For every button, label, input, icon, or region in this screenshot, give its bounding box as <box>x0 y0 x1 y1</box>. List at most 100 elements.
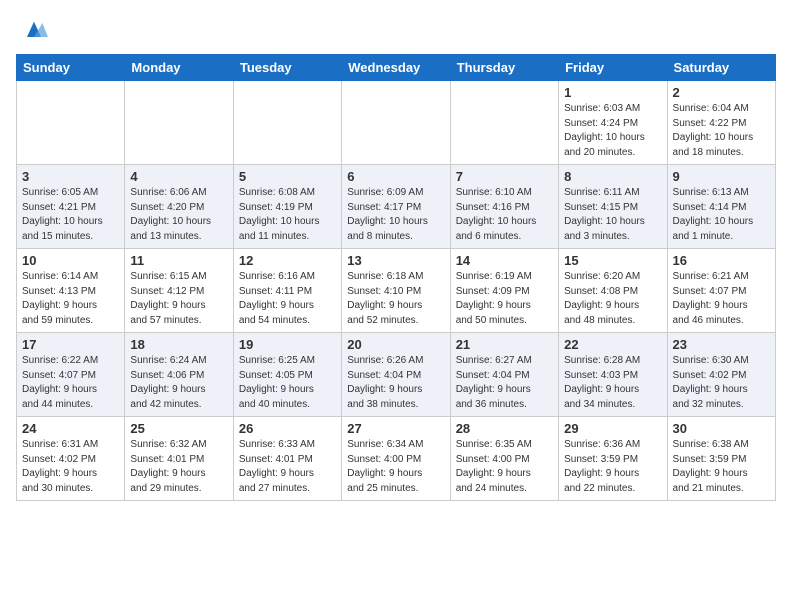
calendar-week-3: 10 Sunrise: 6:14 AM Sunset: 4:13 PM Dayli… <box>17 249 776 333</box>
calendar-cell <box>233 81 341 165</box>
weekday-header-friday: Friday <box>559 55 667 81</box>
weekday-header-thursday: Thursday <box>450 55 558 81</box>
calendar-week-5: 24 Sunrise: 6:31 AM Sunset: 4:02 PM Dayli… <box>17 417 776 501</box>
day-info: Sunrise: 6:18 AM Sunset: 4:10 PM Dayligh… <box>347 270 444 328</box>
header <box>16 16 776 44</box>
day-info: Sunrise: 6:13 AM Sunset: 4:14 PM Dayligh… <box>673 186 770 244</box>
calendar-cell: 18 Sunrise: 6:24 AM Sunset: 4:06 PM Dayli… <box>125 333 233 417</box>
calendar-cell: 11 Sunrise: 6:15 AM Sunset: 4:12 PM Dayli… <box>125 249 233 333</box>
weekday-header-monday: Monday <box>125 55 233 81</box>
logo <box>16 16 48 44</box>
calendar-week-1: 1Sunrise: 6:03 AM Sunset: 4:24 PM Daylig… <box>17 81 776 165</box>
day-number: 13 <box>347 253 444 268</box>
day-info: Sunrise: 6:25 AM Sunset: 4:05 PM Dayligh… <box>239 354 336 412</box>
calendar-cell: 9 Sunrise: 6:13 AM Sunset: 4:14 PM Daylig… <box>667 165 775 249</box>
day-number: 28 <box>456 421 553 436</box>
calendar-cell: 26 Sunrise: 6:33 AM Sunset: 4:01 PM Dayli… <box>233 417 341 501</box>
day-number: 6 <box>347 169 444 184</box>
day-number: 20 <box>347 337 444 352</box>
weekday-header-tuesday: Tuesday <box>233 55 341 81</box>
calendar-cell: 30Sunrise: 6:38 AM Sunset: 3:59 PM Dayli… <box>667 417 775 501</box>
calendar-cell: 27Sunrise: 6:34 AM Sunset: 4:00 PM Dayli… <box>342 417 450 501</box>
calendar-header-row: SundayMondayTuesdayWednesdayThursdayFrid… <box>17 55 776 81</box>
day-number: 8 <box>564 169 661 184</box>
day-number: 29 <box>564 421 661 436</box>
calendar-cell: 25Sunrise: 6:32 AM Sunset: 4:01 PM Dayli… <box>125 417 233 501</box>
day-number: 3 <box>22 169 119 184</box>
logo-icon <box>20 16 48 44</box>
day-info: Sunrise: 6:30 AM Sunset: 4:02 PM Dayligh… <box>673 354 770 412</box>
weekday-header-wednesday: Wednesday <box>342 55 450 81</box>
day-number: 10 <box>22 253 119 268</box>
day-number: 4 <box>130 169 227 184</box>
calendar-cell: 13 Sunrise: 6:18 AM Sunset: 4:10 PM Dayli… <box>342 249 450 333</box>
calendar-week-4: 17 Sunrise: 6:22 AM Sunset: 4:07 PM Dayli… <box>17 333 776 417</box>
calendar-week-2: 3Sunrise: 6:05 AM Sunset: 4:21 PM Daylig… <box>17 165 776 249</box>
day-number: 21 <box>456 337 553 352</box>
day-info: Sunrise: 6:36 AM Sunset: 3:59 PM Dayligh… <box>564 438 661 496</box>
day-number: 16 <box>673 253 770 268</box>
calendar-cell: 20Sunrise: 6:26 AM Sunset: 4:04 PM Dayli… <box>342 333 450 417</box>
day-number: 5 <box>239 169 336 184</box>
calendar-cell: 5 Sunrise: 6:08 AM Sunset: 4:19 PM Daylig… <box>233 165 341 249</box>
day-info: Sunrise: 6:10 AM Sunset: 4:16 PM Dayligh… <box>456 186 553 244</box>
day-info: Sunrise: 6:03 AM Sunset: 4:24 PM Dayligh… <box>564 102 661 160</box>
day-info: Sunrise: 6:24 AM Sunset: 4:06 PM Dayligh… <box>130 354 227 412</box>
calendar-cell: 23 Sunrise: 6:30 AM Sunset: 4:02 PM Dayli… <box>667 333 775 417</box>
calendar-cell: 12 Sunrise: 6:16 AM Sunset: 4:11 PM Dayli… <box>233 249 341 333</box>
day-info: Sunrise: 6:11 AM Sunset: 4:15 PM Dayligh… <box>564 186 661 244</box>
calendar-cell: 16Sunrise: 6:21 AM Sunset: 4:07 PM Dayli… <box>667 249 775 333</box>
day-number: 18 <box>130 337 227 352</box>
day-number: 24 <box>22 421 119 436</box>
calendar-cell: 21 Sunrise: 6:27 AM Sunset: 4:04 PM Dayli… <box>450 333 558 417</box>
calendar-cell <box>125 81 233 165</box>
day-info: Sunrise: 6:06 AM Sunset: 4:20 PM Dayligh… <box>130 186 227 244</box>
day-number: 12 <box>239 253 336 268</box>
day-info: Sunrise: 6:33 AM Sunset: 4:01 PM Dayligh… <box>239 438 336 496</box>
day-info: Sunrise: 6:38 AM Sunset: 3:59 PM Dayligh… <box>673 438 770 496</box>
day-number: 23 <box>673 337 770 352</box>
day-info: Sunrise: 6:28 AM Sunset: 4:03 PM Dayligh… <box>564 354 661 412</box>
calendar-cell <box>450 81 558 165</box>
day-number: 17 <box>22 337 119 352</box>
calendar-cell: 10 Sunrise: 6:14 AM Sunset: 4:13 PM Dayli… <box>17 249 125 333</box>
day-info: Sunrise: 6:22 AM Sunset: 4:07 PM Dayligh… <box>22 354 119 412</box>
calendar-cell: 3Sunrise: 6:05 AM Sunset: 4:21 PM Daylig… <box>17 165 125 249</box>
day-info: Sunrise: 6:20 AM Sunset: 4:08 PM Dayligh… <box>564 270 661 328</box>
day-info: Sunrise: 6:35 AM Sunset: 4:00 PM Dayligh… <box>456 438 553 496</box>
weekday-header-sunday: Sunday <box>17 55 125 81</box>
calendar-cell: 24 Sunrise: 6:31 AM Sunset: 4:02 PM Dayli… <box>17 417 125 501</box>
day-info: Sunrise: 6:27 AM Sunset: 4:04 PM Dayligh… <box>456 354 553 412</box>
calendar-cell: 8 Sunrise: 6:11 AM Sunset: 4:15 PM Daylig… <box>559 165 667 249</box>
day-number: 14 <box>456 253 553 268</box>
day-number: 9 <box>673 169 770 184</box>
calendar-cell: 28 Sunrise: 6:35 AM Sunset: 4:00 PM Dayli… <box>450 417 558 501</box>
calendar-cell: 17 Sunrise: 6:22 AM Sunset: 4:07 PM Dayli… <box>17 333 125 417</box>
calendar-cell: 15 Sunrise: 6:20 AM Sunset: 4:08 PM Dayli… <box>559 249 667 333</box>
day-info: Sunrise: 6:08 AM Sunset: 4:19 PM Dayligh… <box>239 186 336 244</box>
day-info: Sunrise: 6:14 AM Sunset: 4:13 PM Dayligh… <box>22 270 119 328</box>
day-info: Sunrise: 6:16 AM Sunset: 4:11 PM Dayligh… <box>239 270 336 328</box>
calendar-cell: 14Sunrise: 6:19 AM Sunset: 4:09 PM Dayli… <box>450 249 558 333</box>
day-number: 2 <box>673 85 770 100</box>
day-number: 19 <box>239 337 336 352</box>
day-number: 22 <box>564 337 661 352</box>
calendar-cell: 4 Sunrise: 6:06 AM Sunset: 4:20 PM Daylig… <box>125 165 233 249</box>
calendar-cell: 1Sunrise: 6:03 AM Sunset: 4:24 PM Daylig… <box>559 81 667 165</box>
day-number: 27 <box>347 421 444 436</box>
weekday-header-saturday: Saturday <box>667 55 775 81</box>
calendar-cell <box>342 81 450 165</box>
day-info: Sunrise: 6:15 AM Sunset: 4:12 PM Dayligh… <box>130 270 227 328</box>
day-info: Sunrise: 6:04 AM Sunset: 4:22 PM Dayligh… <box>673 102 770 160</box>
calendar-container: SundayMondayTuesdayWednesdayThursdayFrid… <box>0 0 792 511</box>
day-number: 26 <box>239 421 336 436</box>
day-number: 11 <box>130 253 227 268</box>
calendar-cell: 22 Sunrise: 6:28 AM Sunset: 4:03 PM Dayli… <box>559 333 667 417</box>
calendar-body: 1Sunrise: 6:03 AM Sunset: 4:24 PM Daylig… <box>17 81 776 501</box>
day-number: 15 <box>564 253 661 268</box>
day-info: Sunrise: 6:09 AM Sunset: 4:17 PM Dayligh… <box>347 186 444 244</box>
calendar-cell: 19 Sunrise: 6:25 AM Sunset: 4:05 PM Dayli… <box>233 333 341 417</box>
calendar-cell: 2 Sunrise: 6:04 AM Sunset: 4:22 PM Daylig… <box>667 81 775 165</box>
day-info: Sunrise: 6:31 AM Sunset: 4:02 PM Dayligh… <box>22 438 119 496</box>
calendar-cell: 29 Sunrise: 6:36 AM Sunset: 3:59 PM Dayli… <box>559 417 667 501</box>
